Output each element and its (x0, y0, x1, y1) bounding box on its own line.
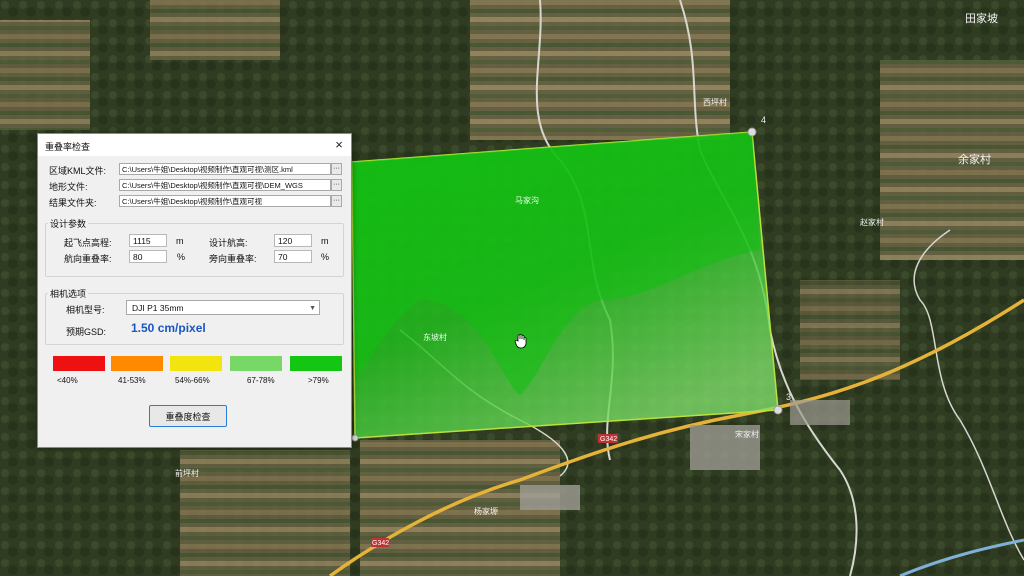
legend-swatch-orange (111, 356, 163, 371)
village-label: 杨家塬 (474, 506, 498, 516)
vertex-marker[interactable] (747, 127, 757, 137)
dialog-title: 重叠率检查 (45, 142, 91, 152)
design-params-title: 设计参数 (48, 217, 89, 230)
village-buildings (520, 485, 580, 510)
road-label: G342 (600, 436, 617, 443)
result-browse-button[interactable]: ··· (331, 195, 342, 207)
farmland-area (150, 0, 280, 60)
vertex-marker[interactable] (773, 405, 783, 415)
takeoff-elevation-label: 起飞点高程: (64, 238, 112, 248)
camera-model-label: 相机型号: (66, 305, 105, 315)
village-label: 西坪村 (703, 97, 727, 107)
chevron-down-icon: ▼ (309, 305, 316, 312)
village-label: 余家村 (958, 152, 991, 166)
farmland-area (800, 280, 900, 380)
farmland-area (0, 20, 90, 130)
result-folder-input[interactable]: C:\Users\牛姐\Desktop\视频制作\直观可视 (119, 195, 331, 207)
gsd-value: 1.50 cm/pixel (131, 321, 206, 335)
flight-altitude-unit: m (321, 236, 329, 246)
vertex-label: 3 (786, 392, 791, 402)
kml-file-label: 区域KML文件: (49, 166, 107, 176)
side-overlap-label: 旁向重叠率: (209, 254, 257, 264)
camera-options-title: 相机选项 (48, 287, 89, 300)
village-label: 宋家村 (735, 429, 759, 439)
side-overlap-input[interactable]: 70 (274, 250, 312, 263)
vertex-label: 4 (761, 115, 766, 125)
dialog-title-bar[interactable]: 重叠率检查 × (38, 134, 351, 156)
farmland-area (470, 0, 730, 140)
village-buildings (790, 400, 850, 425)
camera-model-value: DJI P1 35mm (132, 303, 184, 313)
overlap-check-button[interactable]: 重叠度检查 (149, 405, 227, 427)
legend-swatch-yellow (170, 356, 222, 371)
forward-overlap-unit: % (177, 252, 186, 262)
terrain-file-label: 地形文件: (49, 182, 88, 192)
legend-label: 41-53% (118, 376, 146, 385)
overlap-check-dialog: 重叠率检查 × 区域KML文件: C:\Users\牛姐\Desktop\视频制… (37, 133, 352, 448)
terrain-browse-button[interactable]: ··· (331, 179, 342, 191)
side-overlap-unit: % (321, 252, 330, 262)
close-icon[interactable]: × (327, 134, 351, 156)
village-label: 赵家村 (860, 217, 884, 227)
legend-label: 67-78% (247, 376, 275, 385)
flight-altitude-input[interactable]: 120 (274, 234, 312, 247)
road-label: G342 (372, 540, 389, 547)
flight-altitude-label: 设计航高: (209, 238, 248, 248)
takeoff-elevation-unit: m (176, 236, 184, 246)
legend-swatch-green (290, 356, 342, 371)
kml-file-input[interactable]: C:\Users\牛姐\Desktop\视频制作\直观可视\测区.kml (119, 163, 331, 175)
terrain-file-input[interactable]: C:\Users\牛姐\Desktop\视频制作\直观可视\DEM_WGS (119, 179, 331, 191)
kml-browse-button[interactable]: ··· (331, 163, 342, 175)
vertex-marker[interactable] (351, 434, 359, 442)
village-label: 东坡村 (423, 332, 447, 342)
legend-label: <40% (57, 376, 78, 385)
village-label: 田家坡 (965, 11, 998, 25)
takeoff-elevation-input[interactable]: 1115 (129, 234, 167, 247)
farmland-area (180, 450, 350, 576)
result-folder-label: 结果文件夹: (49, 198, 97, 208)
camera-model-select[interactable]: DJI P1 35mm ▼ (126, 300, 320, 315)
village-label: 马家沟 (515, 195, 539, 205)
forward-overlap-label: 航向重叠率: (64, 254, 112, 264)
gsd-label: 预期GSD: (66, 327, 107, 337)
village-label: 前坪村 (175, 468, 199, 478)
legend-label: 54%-66% (175, 376, 210, 385)
legend-swatch-red (53, 356, 105, 371)
forward-overlap-input[interactable]: 80 (129, 250, 167, 263)
legend-label: >79% (308, 376, 329, 385)
farmland-area (880, 60, 1024, 260)
legend-swatch-light-green (230, 356, 282, 371)
